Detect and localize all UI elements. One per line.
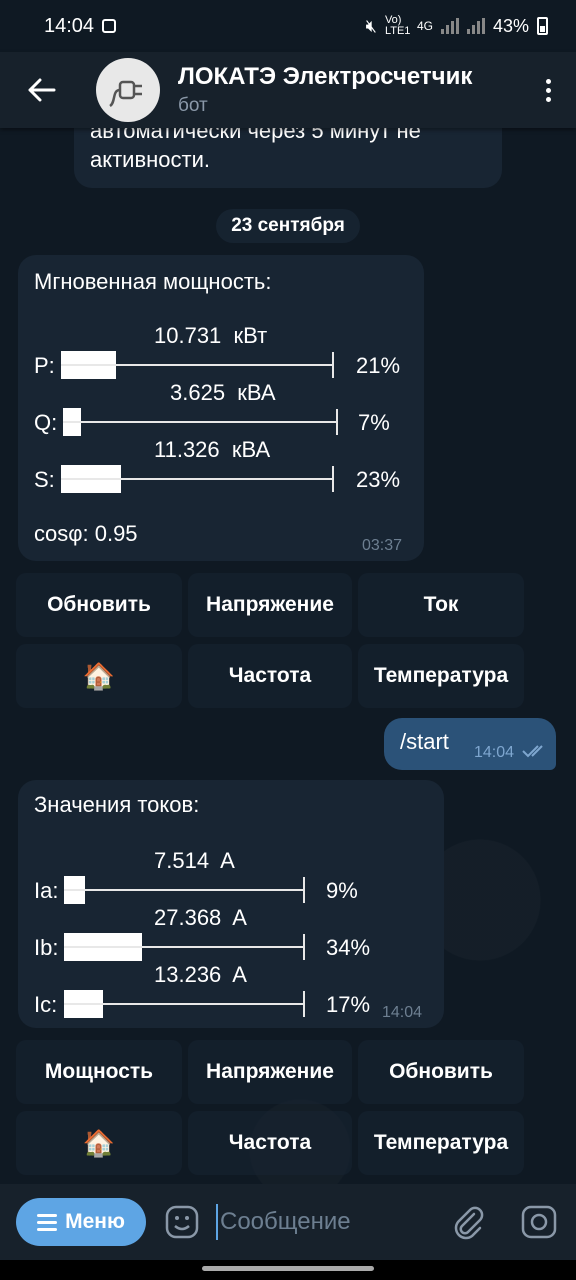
camera-icon[interactable] [520, 1204, 558, 1240]
refresh-button[interactable]: Обновить [16, 573, 182, 637]
status-time: 14:04 [44, 14, 95, 37]
power-s-scale [61, 478, 333, 480]
menu-button-label: Меню [65, 1210, 125, 1233]
power-s-scale-end [332, 466, 334, 492]
current-a-value: 7.514 A [154, 848, 235, 873]
message-title: Значения токов: [34, 792, 200, 817]
current-b-scale-end [303, 934, 305, 960]
chat-title: ЛОКАТЭ Электросчетчик [178, 63, 473, 90]
cos-phi-value: cosφ: 0.95 [34, 521, 138, 546]
current-c-scale [64, 1003, 304, 1005]
power-message: Мгновенная мощность: 10.731 кВт P: 21% 3… [18, 255, 424, 561]
emoji-icon[interactable] [164, 1204, 200, 1240]
voltage-button[interactable]: Напряжение [188, 1040, 352, 1104]
battery-percent: 43% [492, 15, 529, 36]
back-arrow-icon [28, 78, 56, 102]
current-button[interactable]: Ток [358, 573, 524, 637]
frequency-button[interactable]: Частота [188, 644, 352, 708]
more-vert-icon [545, 78, 551, 84]
current-b-label: Ib: [34, 935, 59, 960]
prev-message-line2: активности. [90, 147, 211, 172]
temperature-button[interactable]: Температура [358, 644, 524, 708]
power-q-label: Q: [34, 410, 58, 435]
home-indicator[interactable] [202, 1266, 374, 1271]
currents-message: Значения токов: 7.514 A Ia: 9% 27.368 A … [18, 780, 444, 1028]
message-title: Мгновенная мощность: [34, 269, 272, 294]
back-button[interactable] [0, 52, 84, 128]
plug-icon [109, 80, 142, 108]
date-separator: 23 сентября [216, 209, 360, 243]
network-type: 4G [416, 19, 433, 33]
current-b-scale [64, 946, 304, 948]
power-q-percent: 7% [358, 410, 390, 435]
outgoing-message: /start 14:04 [384, 718, 556, 770]
current-a-scale [64, 889, 304, 891]
more-menu-button[interactable] [520, 52, 576, 128]
current-c-label: Ic: [34, 992, 58, 1017]
voltage-button[interactable]: Напряжение [188, 573, 352, 637]
chat-header: ЛОКАТЭ Электросчетчик бот [0, 52, 576, 128]
power-p-value: 10.731 кВт [154, 323, 268, 348]
outgoing-time: 14:04 [474, 744, 515, 761]
current-b-value: 27.368 A [154, 905, 247, 930]
signal-icon [440, 18, 459, 34]
network-label: Vo) LTE1 [384, 14, 411, 37]
mute-icon: 🔇︎ [365, 15, 377, 36]
power-q-value: 3.625 кВА [170, 380, 276, 405]
current-c-percent: 17% [326, 992, 371, 1017]
power-p-percent: 21% [356, 353, 401, 378]
refresh-button[interactable]: Обновить [358, 1040, 524, 1104]
battery-icon [537, 17, 548, 35]
current-a-label: Ia: [34, 878, 59, 903]
power-q-scale [63, 421, 337, 423]
power-p-label: P: [34, 353, 55, 378]
message-time: 14:04 [382, 1004, 423, 1021]
power-p-scale-end [332, 352, 334, 378]
power-s-value: 11.326 кВА [154, 437, 271, 462]
current-a-scale-end [303, 877, 305, 903]
home-button[interactable]: 🏠 [16, 644, 182, 708]
power-q-scale-end [336, 409, 338, 435]
notification-icon [102, 19, 117, 33]
avatar[interactable] [96, 58, 160, 122]
chat-subtitle: бот [178, 95, 208, 116]
status-bar: 14:04 🔇︎ Vo) LTE1 4G 43% [0, 0, 576, 52]
signal-2-icon [466, 18, 485, 34]
temperature-button[interactable]: Температура [358, 1111, 524, 1175]
double-check-icon [522, 745, 543, 758]
bot-menu-button[interactable]: Меню [16, 1198, 146, 1246]
power-s-label: S: [34, 467, 55, 492]
current-c-value: 13.236 A [154, 962, 247, 987]
outgoing-text: /start [400, 729, 449, 754]
home-button[interactable]: 🏠 [16, 1111, 182, 1175]
message-input[interactable] [216, 1204, 436, 1240]
current-a-percent: 9% [326, 878, 358, 903]
frequency-button[interactable]: Частота [188, 1111, 352, 1175]
message-time: 03:37 [362, 537, 403, 554]
current-b-percent: 34% [326, 935, 371, 960]
power-s-percent: 23% [356, 467, 401, 492]
power-p-scale [61, 364, 333, 366]
attach-icon[interactable] [450, 1204, 486, 1240]
menu-icon [37, 1213, 58, 1231]
power-button[interactable]: Мощность [16, 1040, 182, 1104]
current-c-scale-end [303, 991, 305, 1017]
message-input-bar: Меню [0, 1184, 576, 1260]
